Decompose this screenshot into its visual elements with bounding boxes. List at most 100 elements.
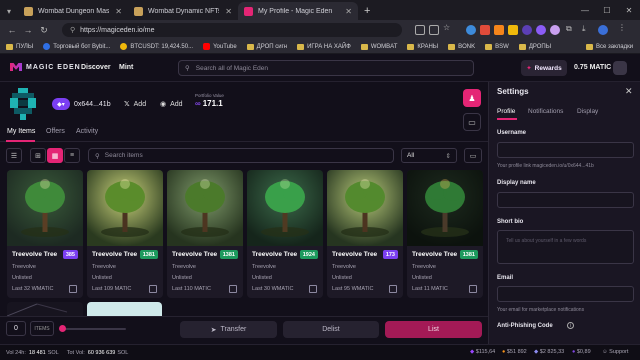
rewards-button[interactable]: ✦ Rewards — [521, 60, 567, 76]
back-icon[interactable]: ← — [4, 25, 20, 35]
bookmark-item[interactable]: YouTube — [203, 43, 237, 50]
selected-count-input[interactable]: 0 — [6, 321, 26, 336]
select-checkbox-icon[interactable] — [309, 285, 317, 293]
user-avatar[interactable] — [613, 61, 627, 75]
select-checkbox-icon[interactable] — [149, 285, 157, 293]
filter-button[interactable]: ☰ — [6, 148, 22, 163]
add-discord-label: Add — [170, 100, 183, 108]
listing-status: Unlisted — [332, 275, 352, 281]
bookmark-item[interactable]: WOMBAT — [360, 43, 397, 50]
translate-icon[interactable] — [429, 25, 439, 35]
display-name-input[interactable] — [497, 192, 634, 208]
magic-eden-logo[interactable]: MAGIC EDEN — [10, 63, 81, 71]
extension-icon-4[interactable] — [522, 25, 532, 35]
bookmark-item[interactable]: ДРОПЫ — [518, 43, 551, 50]
site-search-input[interactable]: ⚲ Search all of Magic Eden — [178, 60, 474, 76]
reload-icon[interactable]: ↻ — [36, 25, 52, 36]
profile-avatar-icon[interactable] — [598, 25, 608, 35]
extension-icon-3[interactable] — [508, 25, 518, 35]
minimize-icon[interactable]: — — [574, 0, 596, 20]
select-checkbox-icon[interactable] — [69, 285, 77, 293]
add-x-button[interactable]: 𝕏 Add — [124, 97, 146, 111]
bookmark-item[interactable]: ПУЛЫ — [6, 43, 34, 50]
downloads-icon[interactable]: ⤓ — [582, 24, 592, 34]
item-card-partial[interactable] — [7, 302, 83, 316]
nav-mint[interactable]: Mint — [119, 64, 133, 71]
close-tab-icon[interactable]: ✕ — [115, 7, 122, 16]
tab-my-items[interactable]: My Items — [7, 128, 35, 135]
close-tab-icon[interactable]: ✕ — [225, 7, 232, 16]
maximize-icon[interactable]: ☐ — [596, 0, 618, 20]
bookmark-item[interactable]: ИГРА НА ХАЙФ — [297, 43, 351, 50]
transfer-button[interactable]: ➤ Transfer — [180, 321, 277, 338]
select-checkbox-icon[interactable] — [229, 285, 237, 293]
star-icon[interactable]: ☆ — [443, 23, 453, 33]
wallet-dropdown-icon[interactable]: ◆▾ — [52, 98, 70, 110]
nav-discover[interactable]: Discover — [81, 64, 111, 71]
nft-item-card[interactable]: Treevolve Tree 1381 Treevolve Unlisted Last … — [167, 170, 243, 298]
list-button[interactable]: List — [385, 321, 482, 338]
grid-small-view-button[interactable]: ⊞ — [30, 148, 46, 163]
new-tab-button[interactable]: + — [358, 2, 376, 20]
bookmark-item[interactable]: КРАНЫ — [407, 43, 438, 50]
items-filter-select[interactable]: All ⇕ — [401, 148, 457, 163]
nft-item-card[interactable]: Treevolve Tree 1381 Treevolve Unlisted Last … — [87, 170, 163, 298]
metamask-icon[interactable] — [494, 25, 504, 35]
close-tab-icon[interactable]: ✕ — [345, 7, 352, 16]
delist-button[interactable]: Delist — [283, 321, 379, 338]
browser-menu-icon[interactable]: ⋮ — [618, 23, 628, 33]
email-input[interactable] — [497, 286, 634, 302]
bookmark-item[interactable]: BSW — [485, 43, 509, 50]
add-discord-button[interactable]: ◉ Add — [160, 97, 183, 111]
tabs-divider — [0, 141, 488, 142]
extensions-puzzle-icon[interactable]: ⧉ — [566, 24, 576, 34]
settings-tab-profile[interactable]: Profile — [497, 108, 515, 115]
item-card-partial[interactable] — [87, 302, 162, 316]
info-icon[interactable]: i — [567, 322, 574, 329]
select-checkbox-icon[interactable] — [469, 285, 477, 293]
wallet-address[interactable]: ◆▾ 0x644...41b — [52, 97, 111, 111]
browser-tab-1[interactable]: Wombat Dungeon Master ✕ — [18, 2, 128, 20]
extension-icon-1[interactable] — [466, 25, 476, 35]
tab-group-icon[interactable]: ▾ — [0, 2, 18, 20]
browser-tab-2[interactable]: Wombat Dynamic NFTs ✕ — [128, 2, 238, 20]
username-input[interactable] — [497, 142, 634, 158]
short-bio-textarea[interactable]: Tell us about yourself in a few words — [497, 230, 634, 264]
close-window-icon[interactable]: ✕ — [618, 0, 640, 20]
extension-icon-2[interactable] — [480, 25, 490, 35]
phantom-icon[interactable] — [536, 25, 546, 35]
screenshot-icon[interactable] — [415, 25, 425, 35]
wallet-button[interactable]: ▭ — [463, 113, 481, 131]
folder-button[interactable]: ▭ — [464, 148, 482, 163]
settings-tab-display[interactable]: Display — [577, 108, 598, 115]
slider-handle[interactable] — [59, 325, 66, 332]
bookmark-item[interactable]: BTCUSDT: 19,424.50... — [120, 43, 193, 50]
all-bookmarks[interactable]: Все закладки — [586, 43, 633, 50]
nft-item-card[interactable]: Treevolve Tree 1381 Treevolve Unlisted Last … — [407, 170, 483, 298]
wombat-favicon-icon — [134, 6, 143, 16]
select-checkbox-icon[interactable] — [389, 285, 397, 293]
site-info-icon[interactable]: ⚲ — [70, 26, 75, 34]
forward-icon[interactable]: → — [20, 25, 36, 35]
nft-item-card[interactable]: Treevolve Tree 385 Treevolve Unlisted Last 3… — [7, 170, 83, 298]
profile-settings-button[interactable]: ♟ — [463, 89, 481, 107]
extension-icon-5[interactable] — [550, 25, 560, 35]
items-search-input[interactable]: ⚲ Search items — [88, 148, 394, 163]
settings-tab-notifications[interactable]: Notifications — [528, 108, 563, 115]
bookmark-item[interactable]: ДРОП сигн — [246, 43, 287, 50]
grid-large-view-button[interactable]: ▦ — [47, 148, 63, 163]
browser-tab-3-active[interactable]: My Profile - Magic Eden ✕ — [238, 2, 358, 20]
list-view-button[interactable]: ≡ — [64, 148, 80, 163]
bookmark-item[interactable]: BONK — [448, 43, 475, 50]
tab-offers[interactable]: Offers — [46, 128, 65, 135]
wallet-balance[interactable]: 0.75 MATIC — [574, 64, 611, 71]
nft-item-card[interactable]: Treevolve Tree 173 Treevolve Unlisted Last 9… — [327, 170, 403, 298]
url-field[interactable]: ⚲ https://magiceden.io/me — [62, 23, 402, 37]
tab-activity[interactable]: Activity — [76, 128, 98, 135]
close-settings-icon[interactable]: ✕ — [625, 86, 633, 97]
bookmark-item[interactable]: Торговый бот Bybit... — [43, 43, 110, 50]
support-link[interactable]: ☺ Support — [602, 349, 628, 355]
bookmark-label: ПУЛЫ — [16, 43, 34, 50]
nft-item-card[interactable]: Treevolve Tree 1924 Treevolve Unlisted Last … — [247, 170, 323, 298]
select-count-slider[interactable] — [59, 325, 126, 332]
